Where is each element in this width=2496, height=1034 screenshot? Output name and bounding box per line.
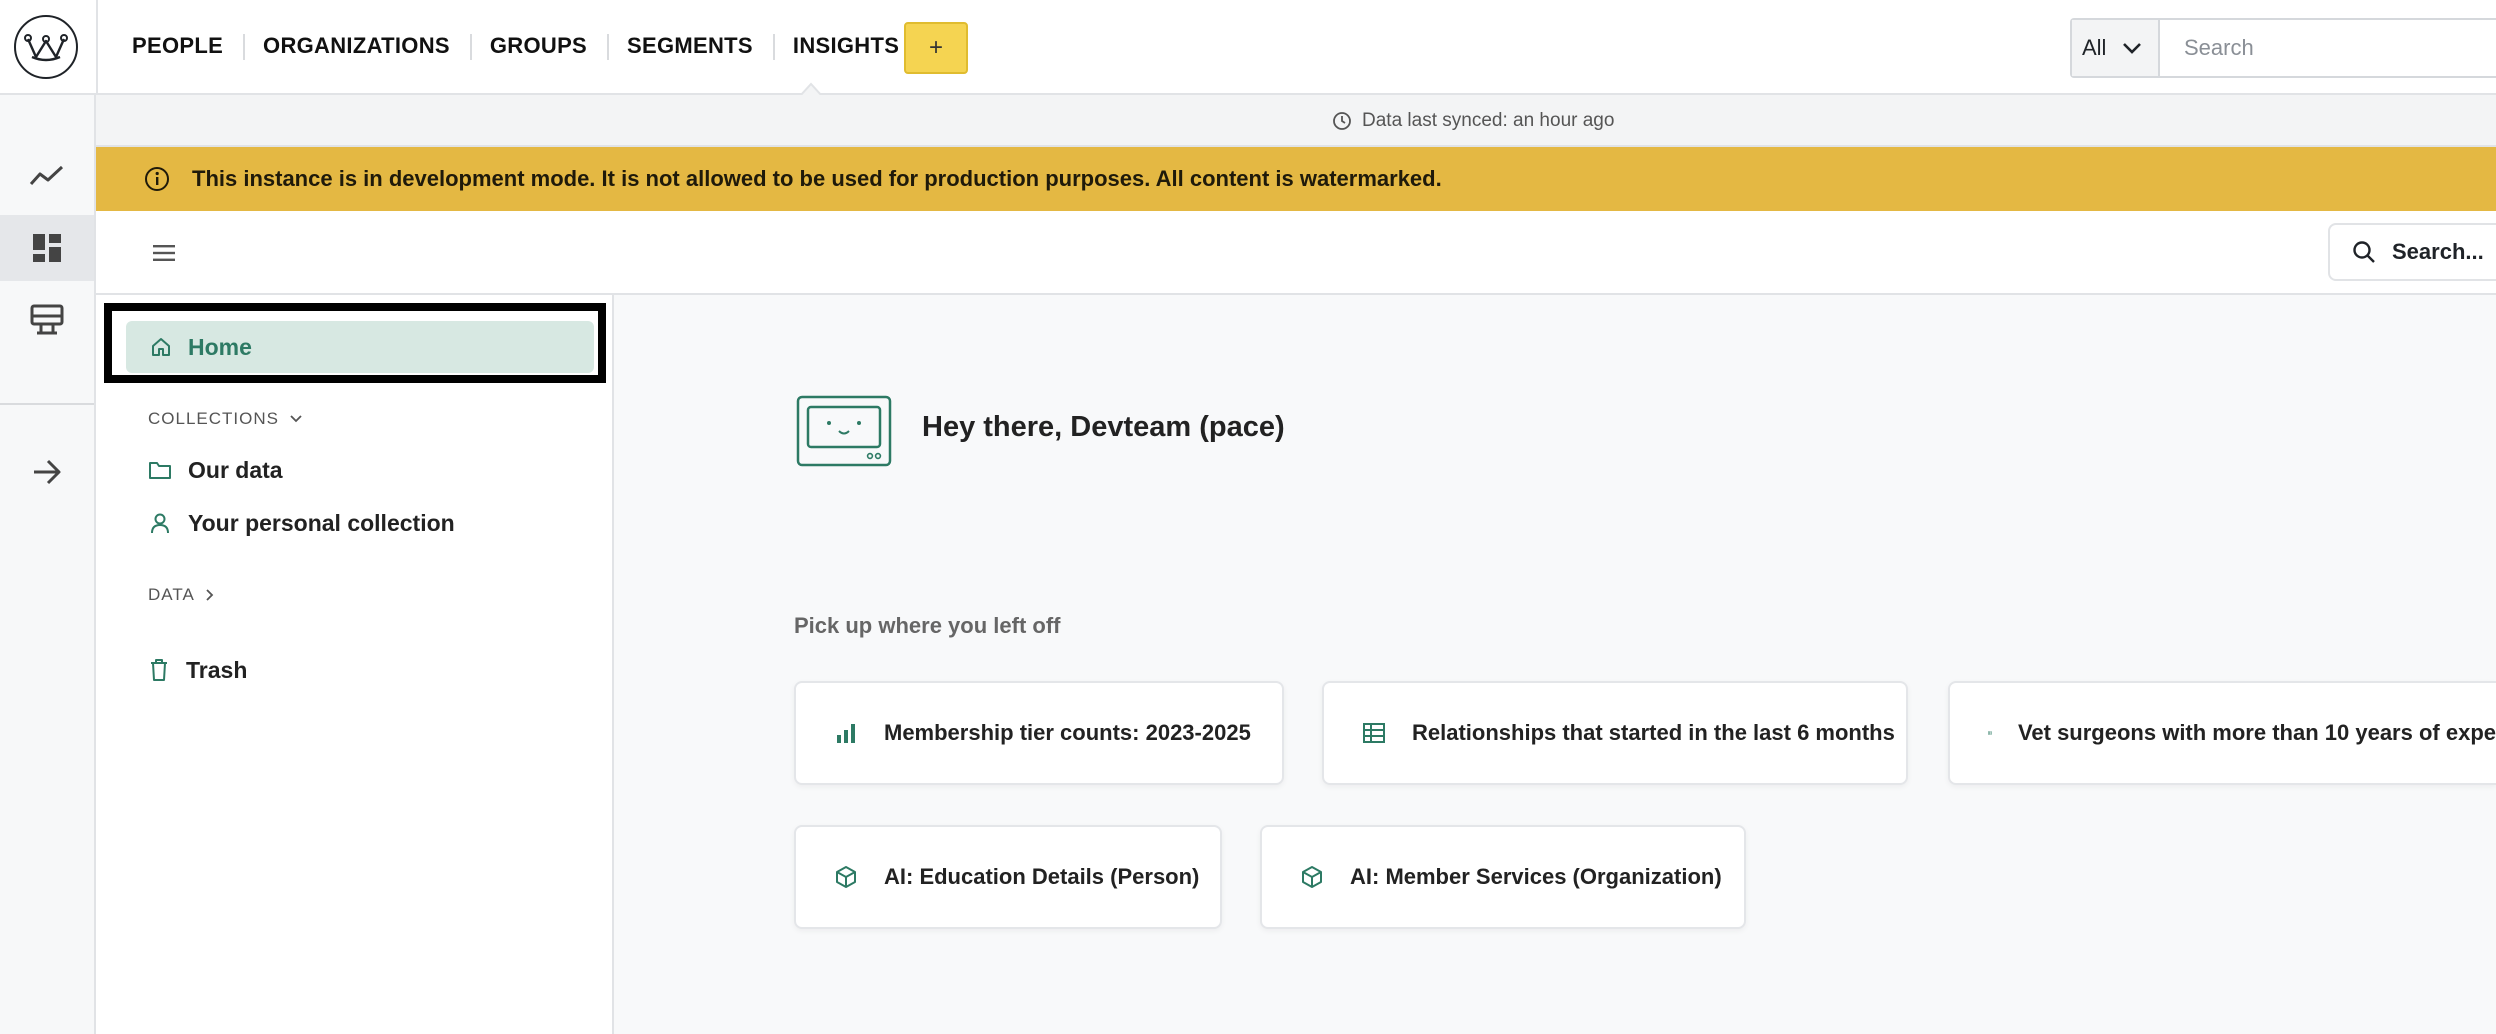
search-scope-value: All [2082,35,2107,60]
greeting-heading: Hey there, Devteam (pace) [922,411,1285,443]
model-cube-icon [836,866,856,888]
crown-logo-icon [24,34,68,62]
nav-people[interactable]: PEOPLE [112,22,243,70]
primary-nav: PEOPLE ORGANIZATIONS GROUPS SEGMENTS INS… [112,22,922,70]
hamburger-menu-icon [153,245,175,261]
data-section-label: DATA [148,585,195,604]
nav-insights[interactable]: INSIGHTS [772,22,919,70]
search-icon [2353,241,2375,263]
collections-section-toggle[interactable]: COLLECTIONS [148,409,303,429]
left-rail [0,95,96,1034]
recent-item-label: AI: Member Services (Organization) [1350,864,1722,889]
sync-status-bar: Data last synced: an hour ago [96,95,2496,147]
folder-icon [149,462,171,479]
trend-line-icon [29,165,64,186]
recent-item-card[interactable]: Relationships that started in the last 6… [1322,681,1908,785]
dashboard-grid-icon [33,234,61,262]
app-search-button[interactable]: Search... [2328,223,2496,281]
collections-section-label: COLLECTIONS [148,409,279,428]
rail-analytics-button[interactable] [0,143,94,209]
add-button[interactable]: + [904,22,968,74]
rail-reports-button[interactable] [0,287,94,353]
home-icon [152,338,170,356]
table-icon [1363,723,1385,743]
recent-item-label: AI: Education Details (Person) [884,864,1200,889]
rail-divider [0,403,94,405]
info-icon [145,167,169,191]
recent-item-card[interactable]: AI: Member Services (Organization) [1260,825,1746,929]
monitor-stand-icon [30,304,64,335]
sidebar-item-personal-collection-label: Your personal collection [188,509,455,536]
table-icon [1988,731,1992,735]
chevron-down-icon [2123,43,2141,54]
app-header: Search... [96,211,2496,295]
sidebar-toggle-button[interactable] [148,237,180,269]
sidebar-item-our-data[interactable]: Our data [148,450,283,490]
data-section-toggle[interactable]: DATA [148,585,215,605]
recent-item-label: Membership tier counts: 2023-2025 [884,720,1251,745]
recent-items-heading: Pick up where you left off [794,613,1061,638]
navigation-sidebar: Home COLLECTIONS Our data Your personal … [96,295,614,1034]
nav-organizations[interactable]: ORGANIZATIONS [243,22,470,70]
banner-text: This instance is in development mode. It… [192,166,1442,191]
recent-item-card[interactable]: Membership tier counts: 2023-2025 [794,681,1284,785]
active-nav-caret-icon [800,82,822,96]
app-search-label: Search... [2392,239,2484,264]
bar-chart-icon [837,724,855,743]
search-scope-select[interactable]: All [2072,20,2160,76]
sidebar-item-home[interactable]: Home [126,321,594,373]
recent-item-card[interactable]: AI: Education Details (Person) [794,825,1222,929]
home-main-content: Hey there, Devteam (pace) Pick up where … [614,295,2496,1034]
trash-icon [151,659,167,681]
model-cube-icon [1302,866,1322,888]
top-navigation-bar: PEOPLE ORGANIZATIONS GROUPS SEGMENTS INS… [0,0,2496,96]
recent-item-label: Relationships that started in the last 6… [1412,720,1895,745]
chevron-right-icon [206,589,214,601]
rail-dashboards-button[interactable] [0,215,94,281]
home-focus-outline: Home [104,303,606,383]
robot-screen-icon [796,395,892,467]
arrow-right-icon [34,459,61,485]
logo-divider [96,0,98,95]
app-logo[interactable] [14,15,78,79]
rail-expand-button[interactable] [0,439,94,505]
sidebar-item-home-label: Home [188,333,252,360]
sync-status-text: Data last synced: an hour ago [1362,110,1615,131]
sidebar-item-trash-label: Trash [186,656,248,683]
global-search: All [2070,18,2496,78]
sidebar-item-personal-collection[interactable]: Your personal collection [148,503,455,543]
person-icon [151,513,169,534]
development-mode-banner: This instance is in development mode. It… [96,147,2496,211]
clock-icon [1333,112,1351,130]
sidebar-item-trash[interactable]: Trash [148,650,247,690]
global-search-input[interactable] [2160,20,2496,76]
recent-item-label: Vet surgeons with more than 10 years of … [2017,720,2496,745]
nav-segments[interactable]: SEGMENTS [607,22,773,70]
chevron-down-icon [290,415,302,423]
recent-item-card[interactable]: Vet surgeons with more than 10 years of … [1948,681,2496,785]
sidebar-item-our-data-label: Our data [188,456,283,483]
nav-groups[interactable]: GROUPS [469,22,607,70]
